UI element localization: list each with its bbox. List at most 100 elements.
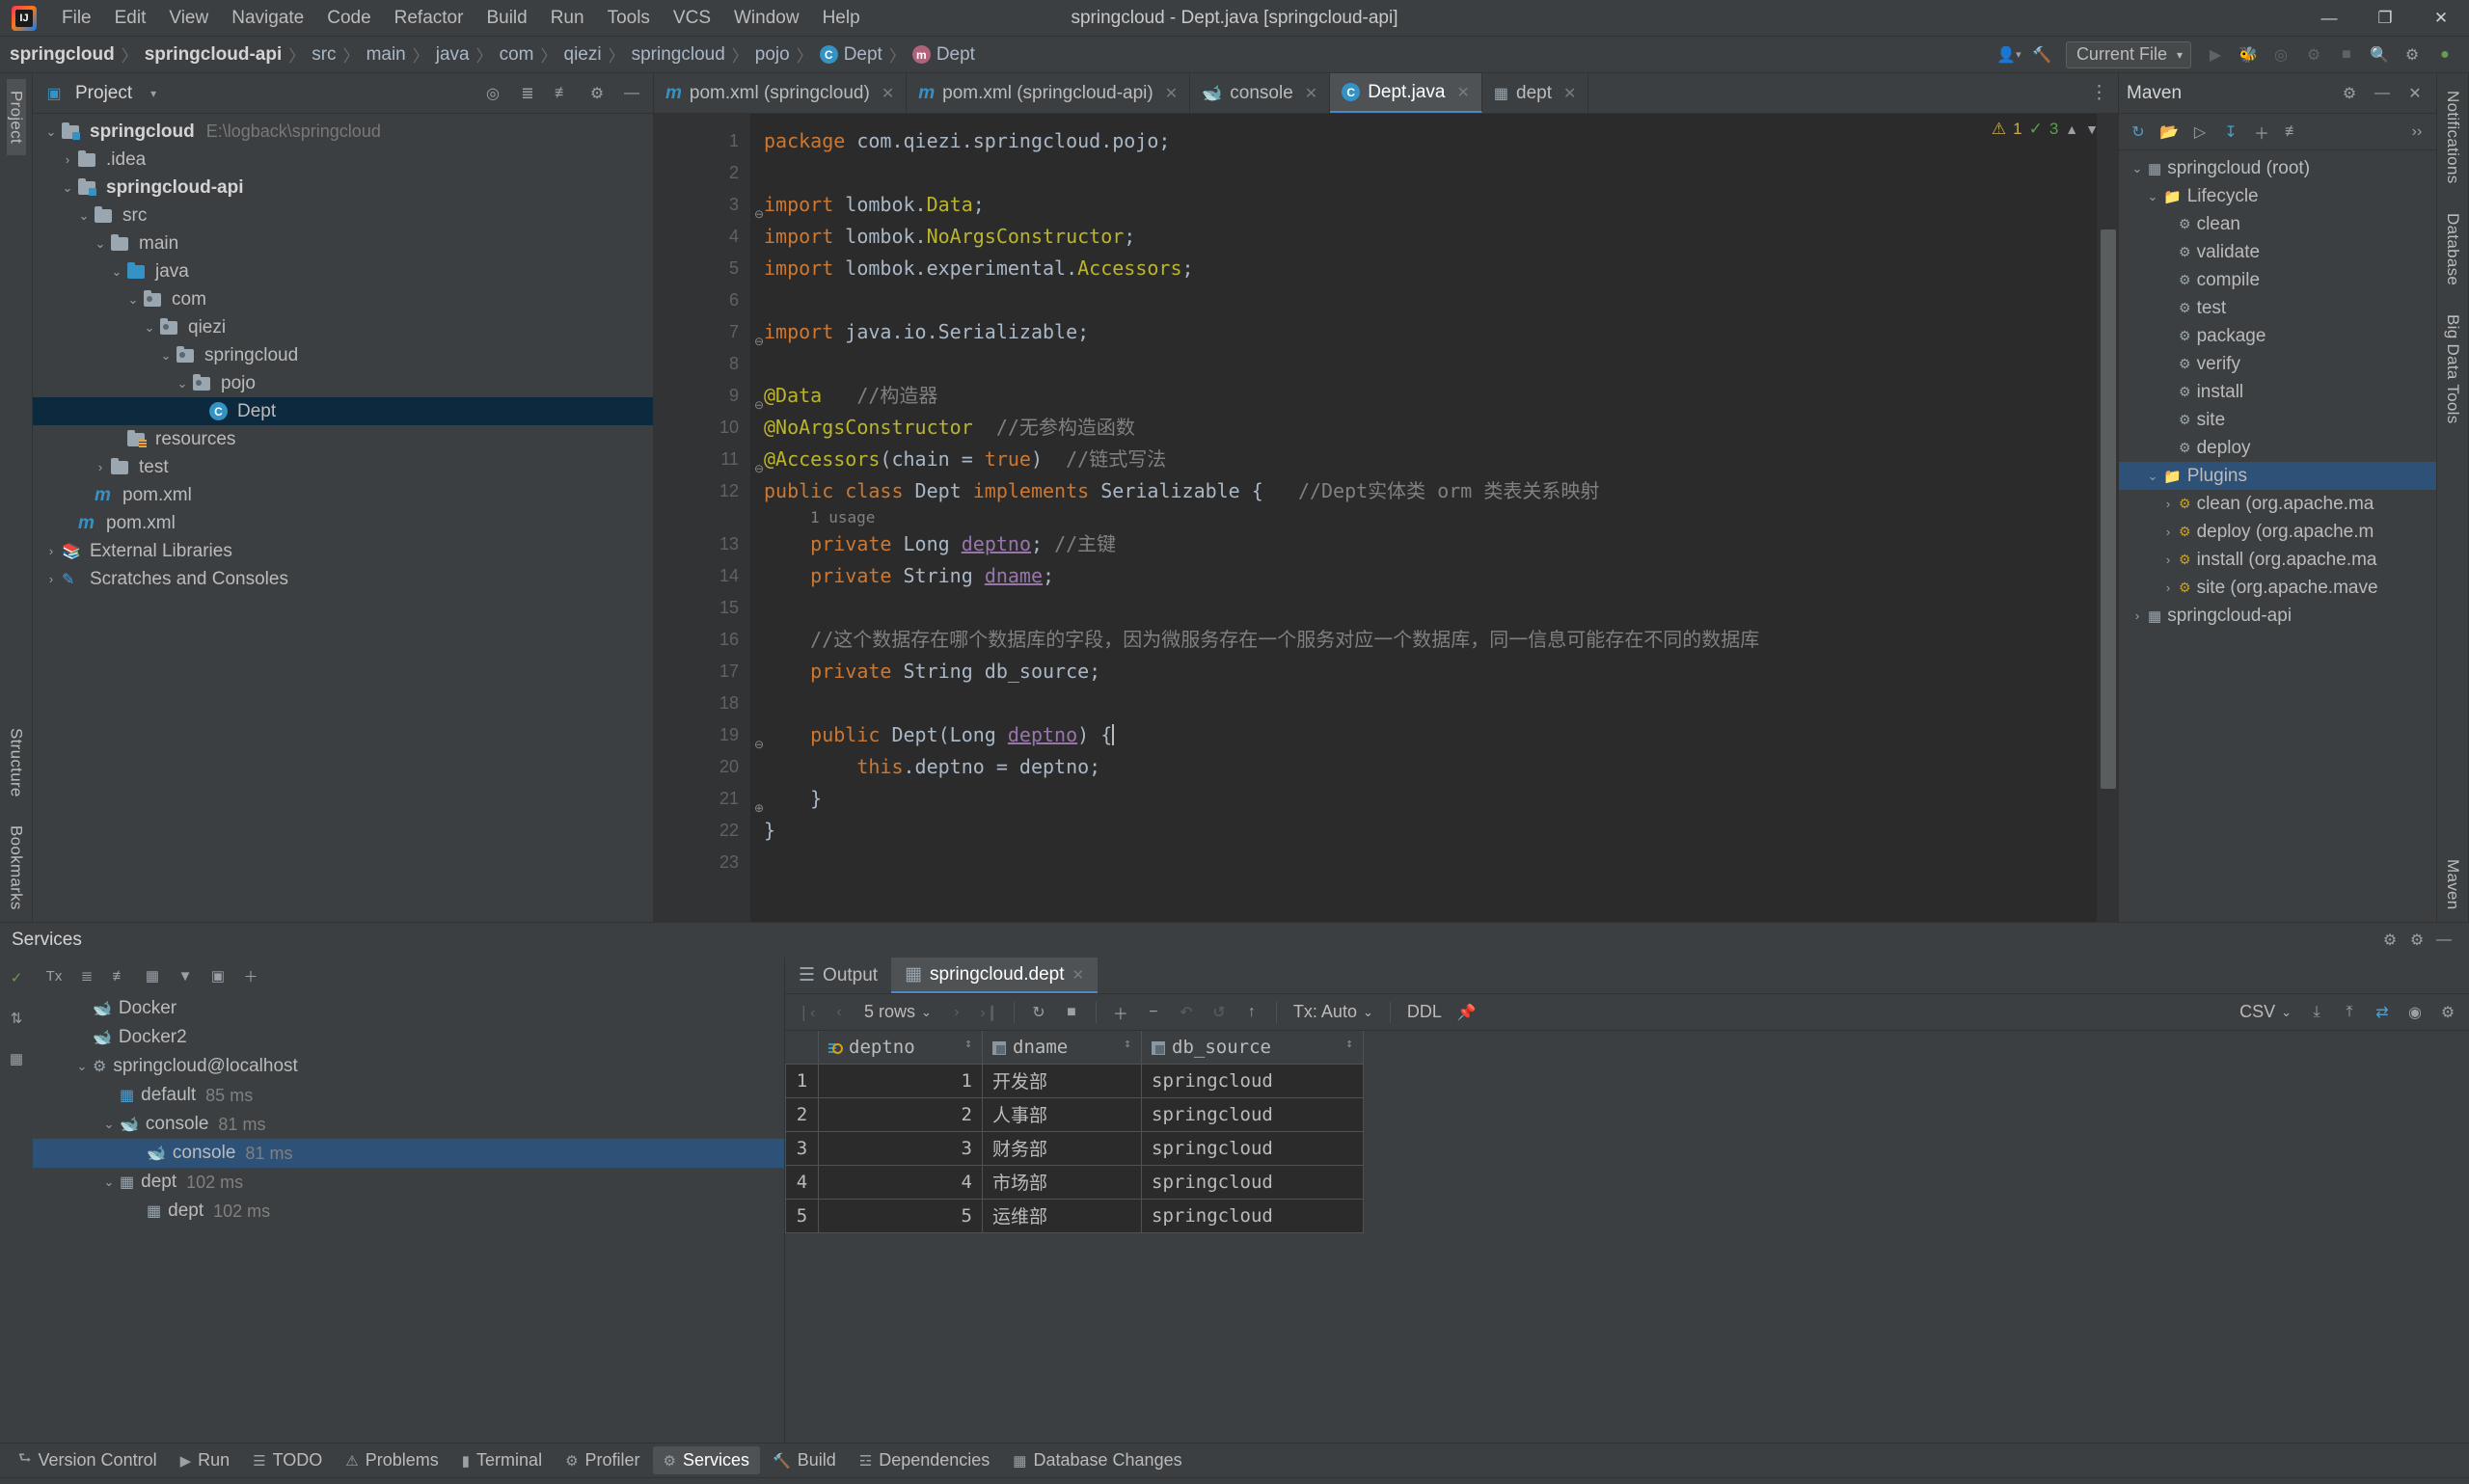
expand-all-icon[interactable]: ≣ bbox=[514, 80, 541, 107]
tree-node--idea[interactable]: › .idea bbox=[33, 146, 653, 174]
row-number[interactable]: 2 bbox=[785, 1096, 819, 1132]
menu-item-code[interactable]: Code bbox=[315, 4, 382, 33]
chevron-down-icon[interactable]: ▼ bbox=[2085, 121, 2099, 137]
cell-dname[interactable]: 市场部 bbox=[982, 1164, 1142, 1200]
maven-node-site-org-apache-mave[interactable]: › ⚙ site (org.apache.mave bbox=[2119, 574, 2436, 602]
menu-item-file[interactable]: File bbox=[50, 4, 103, 33]
close-icon[interactable]: ✕ bbox=[1165, 84, 1178, 103]
bottom-tab-database-changes[interactable]: ▦ Database Changes bbox=[1002, 1446, 1192, 1474]
maven-node-lifecycle[interactable]: ⌄ 📁 Lifecycle bbox=[2119, 182, 2436, 210]
service-node-springcloud-localhost[interactable]: ⌄ ⚙ springcloud@localhost bbox=[33, 1052, 784, 1081]
menu-item-build[interactable]: Build bbox=[475, 4, 538, 33]
code-line[interactable]: import lombok.Data; bbox=[764, 189, 2118, 221]
first-page-button[interactable]: ❘‹ bbox=[793, 999, 820, 1026]
tree-twisty[interactable]: ⌄ bbox=[57, 180, 78, 196]
tree-node-springcloud[interactable]: ⌄ springcloud bbox=[33, 341, 653, 369]
tree-twisty[interactable]: ⌄ bbox=[71, 1059, 93, 1074]
editor-tab-pom-xml-springcloud-[interactable]: m pom.xml (springcloud) ✕ bbox=[654, 73, 908, 113]
menu-item-view[interactable]: View bbox=[157, 4, 220, 33]
breadcrumb-item-pojo[interactable]: pojo bbox=[755, 44, 790, 66]
reload-icon[interactable]: ↻ bbox=[1025, 999, 1052, 1026]
close-icon[interactable]: ✕ bbox=[2401, 80, 2428, 107]
tree-twisty[interactable]: ⌄ bbox=[41, 124, 62, 140]
sort-icon[interactable]: ↕ bbox=[1345, 1037, 1353, 1051]
tree-twisty[interactable]: › bbox=[2157, 497, 2179, 511]
commit-icon[interactable]: ↺ bbox=[1206, 999, 1233, 1026]
maven-node-test[interactable]: ⚙ test bbox=[2119, 294, 2436, 322]
preview-icon[interactable]: ◉ bbox=[2401, 999, 2428, 1026]
tree-twisty[interactable]: ⌄ bbox=[122, 292, 144, 308]
code-line[interactable]: package com.qiezi.springcloud.pojo; bbox=[764, 125, 2118, 157]
cell-dname[interactable]: 运维部 bbox=[982, 1198, 1142, 1233]
menu-item-edit[interactable]: Edit bbox=[103, 4, 158, 33]
notifications-icon[interactable]: ● bbox=[2430, 40, 2459, 69]
code-line[interactable]: import java.io.Serializable; bbox=[764, 316, 2118, 348]
services-tab-springcloud-dept[interactable]: ▦ springcloud.dept ✕ bbox=[891, 958, 1099, 993]
code-line[interactable]: //这个数据存在哪个数据库的字段，因为微服务存在一个服务对应一个数据库，同一信息… bbox=[764, 624, 2118, 656]
code-line[interactable]: private String dname; bbox=[764, 560, 2118, 592]
hide-icon[interactable]: — bbox=[2430, 927, 2457, 954]
services-tab-output[interactable]: ☰ Output bbox=[785, 958, 891, 993]
bottom-tab-build[interactable]: 🔨 Build bbox=[762, 1446, 847, 1474]
refresh-icon[interactable]: ↻ bbox=[2125, 119, 2152, 146]
editor-tab-dept[interactable]: ▦ dept ✕ bbox=[1482, 73, 1589, 113]
code-line[interactable]: } bbox=[764, 783, 2118, 815]
close-icon[interactable]: ✕ bbox=[1456, 83, 1469, 102]
code-line[interactable] bbox=[764, 348, 2118, 380]
code-editor[interactable]: 1 2 3 ⊖ 4 5 6 7 ⊖ 8 9 ⊖ 10 11 ⊖ 12 13 14 15 16 17 18 19 ⊖ 20 21 ⊕ 2… bbox=[654, 114, 2118, 922]
maven-node-springcloud-root-[interactable]: ⌄ ▦ springcloud (root) bbox=[2119, 154, 2436, 182]
tool-tab-structure[interactable]: Structure bbox=[7, 716, 26, 809]
service-node-console[interactable]: ⌄ 🐋 console 81 ms bbox=[33, 1110, 784, 1139]
tree-twisty[interactable]: › bbox=[57, 152, 78, 167]
code-line[interactable] bbox=[764, 847, 2118, 878]
close-icon[interactable]: ✕ bbox=[1072, 966, 1084, 984]
pin-icon[interactable]: 📌 bbox=[1453, 999, 1480, 1026]
cell-deptno[interactable]: 4 bbox=[818, 1164, 983, 1200]
bottom-tab-version-control[interactable]: ⮑ Version Control bbox=[8, 1444, 168, 1476]
tree-twisty[interactable]: ⌄ bbox=[2127, 161, 2148, 176]
row-number[interactable]: 1 bbox=[785, 1063, 819, 1098]
collapse-all-icon[interactable]: ≢ bbox=[549, 80, 576, 107]
tree-node-src[interactable]: ⌄ src bbox=[33, 202, 653, 229]
breadcrumb-item-qiezi[interactable]: qiezi bbox=[564, 44, 602, 66]
code-line[interactable]: private Long deptno; //主键 bbox=[764, 528, 2118, 560]
last-page-button[interactable]: ›❙ bbox=[976, 999, 1003, 1026]
project-tree[interactable]: ⌄ springcloud E:\logback\springcloud › .idea… bbox=[33, 114, 653, 922]
cell-db_source[interactable]: springcloud bbox=[1141, 1164, 1364, 1200]
maven-node-compile[interactable]: ⚙ compile bbox=[2119, 266, 2436, 294]
expand-icon[interactable]: ≢ bbox=[106, 962, 133, 989]
grid-settings-icon[interactable]: ⚙ bbox=[2434, 999, 2461, 1026]
delete-row-icon[interactable]: − bbox=[1140, 999, 1167, 1026]
menu-item-navigate[interactable]: Navigate bbox=[220, 4, 315, 33]
cell-db_source[interactable]: springcloud bbox=[1141, 1063, 1364, 1098]
tree-twisty[interactable]: › bbox=[2157, 525, 2179, 539]
editor-tabs-overflow[interactable]: ⋮ bbox=[2090, 73, 2118, 113]
tree-node-dept[interactable]: C Dept bbox=[33, 397, 653, 425]
service-node-dept[interactable]: ▦ dept 102 ms bbox=[33, 1197, 784, 1226]
tree-node-pom-xml[interactable]: m pom.xml bbox=[33, 509, 653, 537]
services-tree[interactable]: 🐋 Docker 🐋 Docker2 ⌄ ⚙ springcloud@localhost ▦ d… bbox=[33, 994, 784, 1443]
tree-node-main[interactable]: ⌄ main bbox=[33, 229, 653, 257]
hide-icon[interactable]: — bbox=[618, 80, 645, 107]
settings-icon[interactable]: ⚙ bbox=[2398, 40, 2427, 69]
menu-item-vcs[interactable]: VCS bbox=[662, 4, 722, 33]
tree-twisty[interactable]: ⌄ bbox=[139, 320, 160, 336]
tree-node-springcloud-api[interactable]: ⌄ springcloud-api bbox=[33, 174, 653, 202]
close-icon[interactable]: ✕ bbox=[882, 84, 894, 103]
tool-tab-maven[interactable]: Maven bbox=[2443, 848, 2462, 922]
view-icon[interactable]: ▣ bbox=[204, 962, 231, 989]
maven-node-validate[interactable]: ⚙ validate bbox=[2119, 238, 2436, 266]
bottom-tab-run[interactable]: ▶ Run bbox=[170, 1446, 241, 1474]
tree-twisty[interactable]: › bbox=[41, 572, 62, 586]
tree-twisty[interactable]: ⌄ bbox=[2142, 469, 2163, 484]
cell-deptno[interactable]: 5 bbox=[818, 1198, 983, 1233]
maven-node-package[interactable]: ⚙ package bbox=[2119, 322, 2436, 350]
maven-node-install-org-apache-ma[interactable]: › ⚙ install (org.apache.ma bbox=[2119, 546, 2436, 574]
cell-dname[interactable]: 人事部 bbox=[982, 1096, 1142, 1132]
tree-twisty[interactable]: ⌄ bbox=[98, 1174, 120, 1190]
row-number[interactable]: 4 bbox=[785, 1164, 819, 1200]
tree-node-com[interactable]: ⌄ com bbox=[33, 285, 653, 313]
code-line[interactable] bbox=[764, 157, 2118, 189]
tool-tab-project[interactable]: Project bbox=[6, 79, 26, 156]
service-node-default[interactable]: ▦ default 85 ms bbox=[33, 1081, 784, 1110]
